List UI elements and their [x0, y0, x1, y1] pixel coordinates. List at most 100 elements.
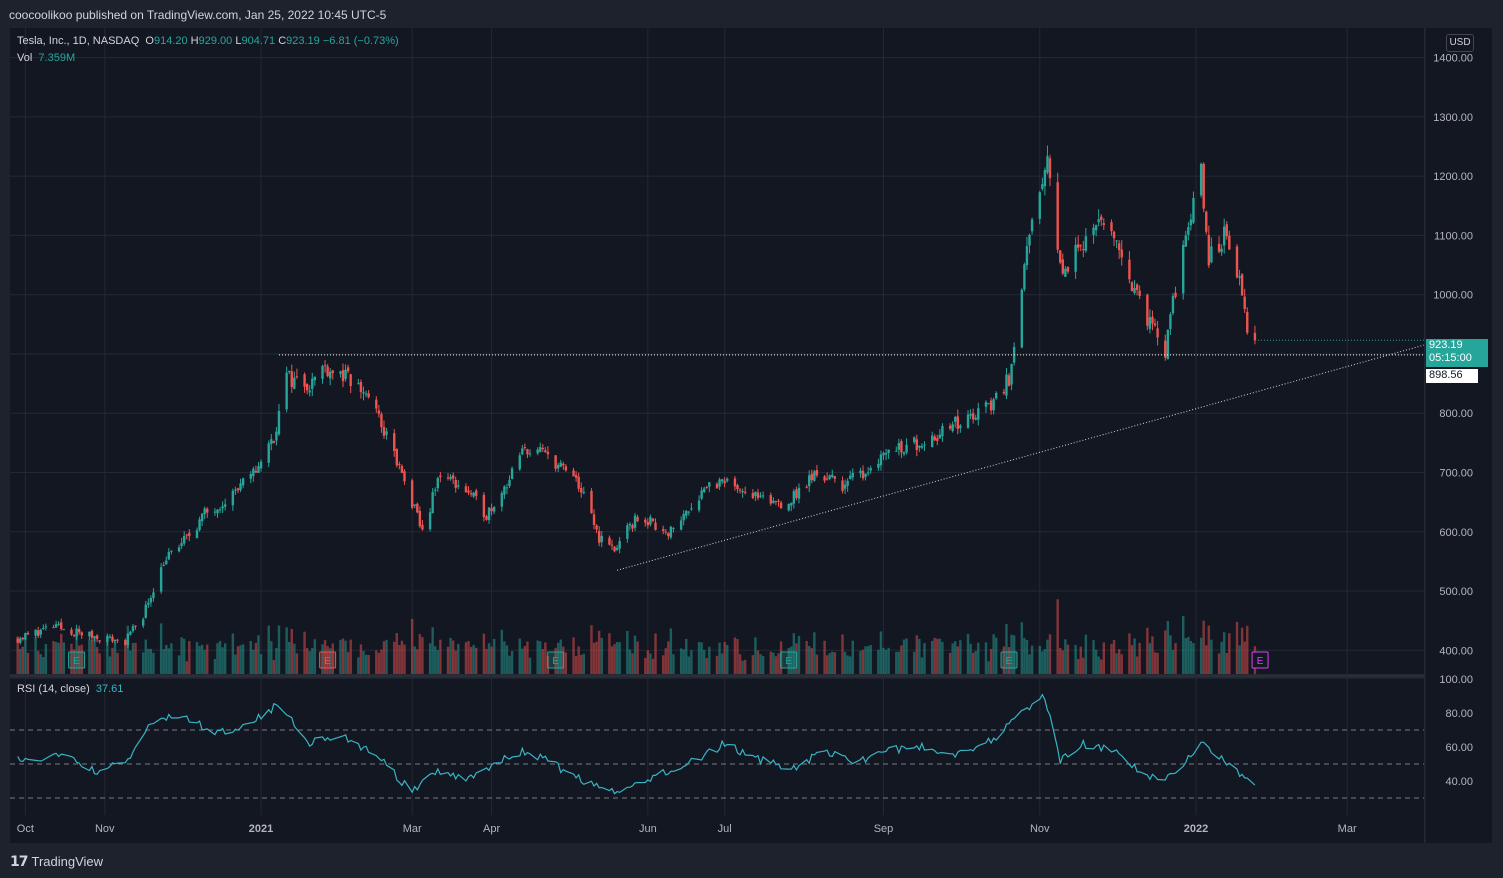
volume-bar	[923, 643, 926, 674]
candle-body	[93, 636, 96, 639]
candle-body	[590, 490, 593, 514]
volume-bar	[864, 646, 867, 674]
candle-body	[825, 478, 829, 480]
candle-body	[188, 532, 191, 537]
candle-body	[70, 629, 73, 635]
candle-body	[1002, 391, 1006, 394]
volume-label[interactable]: Vol	[17, 52, 32, 64]
volume-bar	[1192, 642, 1195, 674]
tradingview-logo-icon: 𝟭𝟳	[10, 853, 29, 869]
volume-bar	[884, 649, 888, 674]
high-label: H	[190, 35, 199, 47]
chart-canvas[interactable]: 1400.001300.001200.001100.001000.00900.0…	[0, 0, 1503, 878]
candle-body	[633, 515, 637, 528]
candle-body	[380, 414, 383, 428]
volume-bar	[395, 633, 399, 674]
candle-body	[608, 537, 611, 545]
volume-bar	[664, 648, 667, 674]
currency-button[interactable]: USD	[1446, 34, 1474, 52]
symbol-label[interactable]: Tesla, Inc., 1D, NASDAQ	[17, 35, 139, 47]
volume-bar	[590, 625, 593, 674]
volume-bar	[1112, 640, 1116, 674]
volume-bar	[897, 651, 901, 674]
ohlc-legend: Tesla, Inc., 1D, NASDAQ O914.20 H929.00 …	[17, 35, 399, 47]
volume-bar	[1110, 643, 1113, 674]
candle-body	[1079, 245, 1082, 247]
volume-bar	[467, 641, 470, 674]
volume-bar	[231, 633, 235, 674]
candle-body	[111, 636, 114, 642]
volume-bar	[859, 650, 862, 674]
price-axis-pane	[1425, 28, 1492, 843]
volume-bar	[295, 653, 299, 674]
candle-body	[1184, 235, 1187, 247]
volume-bar	[206, 644, 209, 674]
volume-bar	[359, 644, 363, 674]
candle-body	[618, 540, 621, 549]
candle-body	[564, 466, 568, 471]
candle-body	[1074, 244, 1077, 272]
candle-body	[1100, 216, 1103, 221]
candle-body	[451, 475, 455, 479]
volume-bar	[410, 618, 414, 674]
candle-body	[1153, 323, 1157, 326]
volume-bar	[159, 623, 163, 674]
earnings-marker-label: E	[324, 656, 331, 667]
candle-body	[288, 371, 291, 373]
tradingview-logo[interactable]: 𝟭𝟳 TradingView	[10, 853, 103, 870]
volume-bar	[505, 645, 509, 674]
volume-bar	[1064, 639, 1067, 674]
candle-body	[1243, 296, 1246, 310]
volume-bar	[918, 638, 921, 674]
volume-bar	[662, 655, 665, 674]
volume-bar	[113, 641, 117, 674]
volume-bar	[431, 627, 434, 674]
candle-body	[810, 473, 813, 481]
candle-body	[851, 472, 854, 478]
candle-body	[544, 450, 547, 453]
candle-body	[869, 468, 872, 471]
volume-bar	[454, 650, 457, 674]
candle-body	[77, 628, 81, 633]
volume-bar	[977, 642, 980, 674]
candle-body	[1169, 314, 1172, 330]
volume-bar	[362, 650, 365, 674]
candle-body	[866, 472, 870, 474]
volume-bar	[1235, 621, 1239, 674]
volume-bar	[144, 639, 147, 674]
volume-bar	[344, 640, 347, 674]
volume-bar	[241, 644, 245, 674]
candle-body	[1228, 235, 1231, 250]
volume-bar	[134, 642, 137, 674]
volume-bar	[797, 635, 801, 674]
rsi-label[interactable]: RSI (14, close)	[17, 683, 90, 695]
volume-bar	[600, 637, 603, 674]
volume-bar	[349, 639, 352, 674]
candle-body	[1207, 234, 1211, 266]
candle-body	[464, 486, 468, 493]
rsi-tick-label: 100.00	[1439, 674, 1473, 686]
candle-body	[1156, 328, 1159, 338]
volume-bar	[1187, 636, 1190, 674]
candle-body	[1199, 163, 1203, 196]
volume-bar	[756, 650, 760, 674]
candle-body	[718, 479, 721, 487]
candle-body	[887, 449, 890, 453]
low-value: 904.71	[241, 35, 276, 47]
volume-bar	[1189, 641, 1193, 674]
candle-body	[60, 622, 63, 630]
volume-bar	[1079, 646, 1082, 674]
candle-body	[293, 377, 296, 389]
candle-body	[1135, 284, 1139, 290]
volume-bar	[1030, 645, 1034, 674]
volume-bar	[508, 655, 511, 674]
volume-bar	[124, 642, 127, 674]
candle-body	[1151, 316, 1154, 324]
volume-bar	[679, 648, 683, 674]
volume-bar	[293, 643, 296, 674]
last-price-tag: 923.19 05:15:00	[1426, 339, 1488, 367]
volume-bar	[564, 652, 568, 674]
volume-bar	[526, 641, 529, 674]
volume-bar	[1041, 651, 1044, 674]
earnings-marker: E	[547, 651, 565, 669]
